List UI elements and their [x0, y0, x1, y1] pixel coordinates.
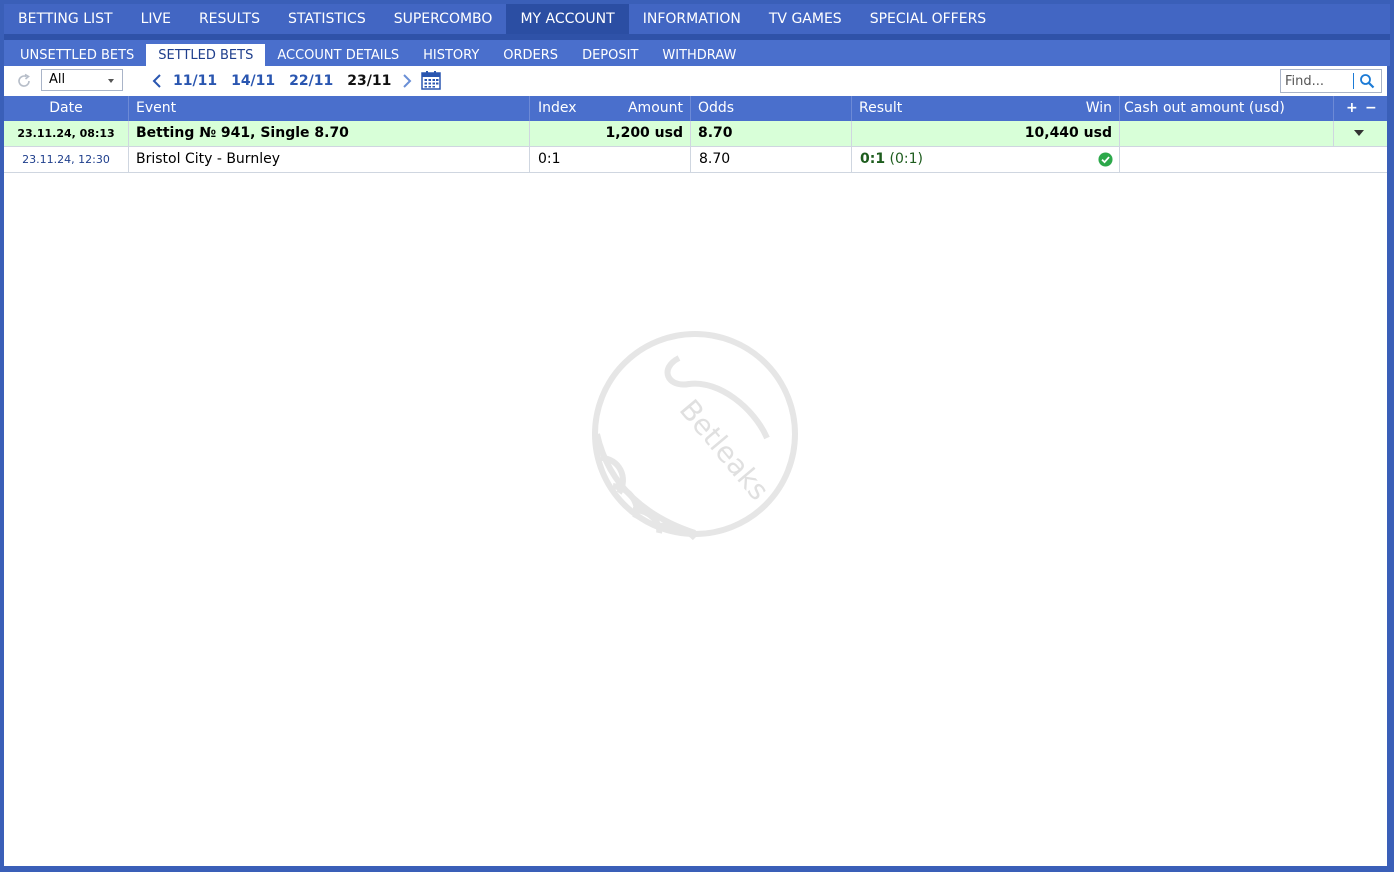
nav-supercombo[interactable]: SUPERCOMBO: [380, 4, 507, 34]
nav-tv-games[interactable]: TV GAMES: [755, 4, 856, 34]
app-frame: BETTING LIST LIVE RESULTS STATISTICS SUP…: [0, 0, 1394, 872]
search-icon[interactable]: [1359, 73, 1375, 89]
tab-account-details[interactable]: ACCOUNT DETAILS: [265, 44, 411, 66]
nav-betting-list[interactable]: BETTING LIST: [4, 4, 127, 34]
bet-amount: 1,200 usd: [530, 121, 691, 146]
nav-results[interactable]: RESULTS: [185, 4, 274, 34]
nav-information[interactable]: INFORMATION: [629, 4, 755, 34]
collapse-all-button[interactable]: −: [1365, 96, 1377, 121]
bet-expand-toggle[interactable]: [1334, 121, 1387, 146]
filter-value: All: [49, 72, 66, 87]
event-date: 23.11.24, 12:30: [4, 147, 129, 172]
event-row: 23.11.24, 12:30 Bristol City - Burnley 0…: [4, 147, 1387, 173]
event-result: 0:1 (0:1): [852, 147, 1120, 172]
event-odds: 8.70: [691, 147, 852, 172]
tab-settled-bets[interactable]: SETTLED BETS: [146, 44, 266, 66]
expand-all-button[interactable]: +: [1346, 96, 1358, 121]
tab-history[interactable]: HISTORY: [411, 44, 491, 66]
event-index: 0:1: [530, 147, 691, 172]
toolbar: All 11/11 14/11 22/11 23/11: [4, 66, 1387, 96]
nav-my-account[interactable]: MY ACCOUNT: [506, 4, 629, 34]
col-header-amount[interactable]: Amount: [628, 96, 683, 121]
bet-cashout: [1120, 121, 1334, 146]
col-header-result[interactable]: Result: [859, 96, 902, 121]
nav-special-offers[interactable]: SPECIAL OFFERS: [856, 4, 1001, 34]
sub-navigation: UNSETTLED BETS SETTLED BETS ACCOUNT DETA…: [4, 40, 1390, 66]
main-panel: All 11/11 14/11 22/11 23/11 Find... Date…: [4, 66, 1387, 866]
top-navigation: BETTING LIST LIVE RESULTS STATISTICS SUP…: [4, 4, 1390, 34]
col-header-cashout[interactable]: Cash out amount (usd): [1120, 96, 1334, 121]
search-separator: [1353, 73, 1354, 89]
bet-odds: 8.70: [691, 121, 852, 146]
caret-down-icon: [1354, 130, 1364, 136]
search-input[interactable]: [1285, 71, 1353, 92]
event-result-half: (0:1): [889, 151, 924, 167]
chevron-down-icon: [108, 79, 114, 83]
check-circle-icon: [1098, 152, 1113, 167]
event-result-score: 0:1: [860, 151, 886, 167]
watermark-text: Betleaks: [673, 393, 776, 506]
window-edge: [1387, 66, 1390, 866]
date-link-11-11[interactable]: 11/11: [173, 73, 217, 89]
col-header-win[interactable]: Win: [1086, 96, 1112, 121]
nav-statistics[interactable]: STATISTICS: [274, 4, 380, 34]
col-header-event[interactable]: Event: [129, 96, 530, 121]
col-header-index-amount: Index Amount: [530, 96, 691, 121]
date-link-22-11[interactable]: 22/11: [289, 73, 333, 89]
search-box: [1280, 69, 1382, 93]
expand-collapse-controls: + −: [1334, 96, 1387, 121]
event-cashout: [1120, 147, 1387, 172]
betleaks-watermark-logo: Betleaks: [592, 331, 798, 540]
tab-orders[interactable]: ORDERS: [491, 44, 570, 66]
col-header-index[interactable]: Index: [538, 96, 577, 121]
col-header-date[interactable]: Date: [4, 96, 129, 121]
event-name[interactable]: Bristol City - Burnley: [129, 147, 530, 172]
date-link-23-11[interactable]: 23/11: [347, 73, 391, 89]
col-header-result-win: Result Win: [852, 96, 1120, 121]
tab-unsettled-bets[interactable]: UNSETTLED BETS: [8, 44, 146, 66]
tab-withdraw[interactable]: WITHDRAW: [650, 44, 748, 66]
tab-deposit[interactable]: DEPOSIT: [570, 44, 650, 66]
date-link-14-11[interactable]: 14/11: [231, 73, 275, 89]
date-navigation: 11/11 14/11 22/11 23/11: [148, 70, 416, 92]
bet-title: Betting № 941, Single 8.70: [129, 121, 530, 146]
chevron-right-icon[interactable]: [398, 70, 416, 92]
bet-filter-select[interactable]: All: [41, 69, 123, 91]
refresh-icon[interactable]: [16, 73, 32, 89]
bet-win: 10,440 usd: [852, 121, 1120, 146]
table-header: Date Event Index Amount Odds Result Win …: [4, 96, 1387, 121]
bet-row[interactable]: 23.11.24, 08:13 Betting № 941, Single 8.…: [4, 121, 1387, 147]
calendar-icon[interactable]: [421, 70, 441, 90]
col-header-odds[interactable]: Odds: [691, 96, 852, 121]
bet-date: 23.11.24, 08:13: [4, 121, 129, 146]
chevron-left-icon[interactable]: [148, 70, 166, 92]
nav-live[interactable]: LIVE: [127, 4, 185, 34]
